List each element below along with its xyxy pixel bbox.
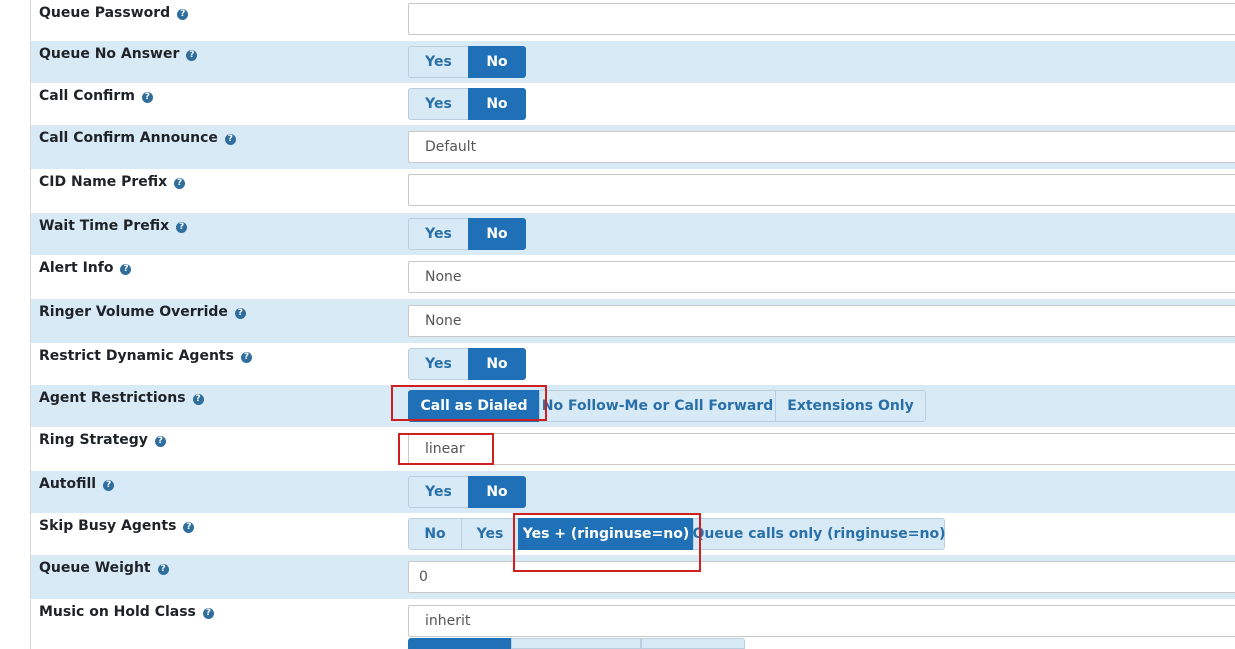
call-confirm-announce-select[interactable]: Default <box>408 131 1235 163</box>
row-queue-no-answer: Queue No Answer? Yes No <box>31 41 1235 83</box>
help-icon[interactable]: ? <box>183 522 195 533</box>
help-icon[interactable]: ? <box>240 352 252 363</box>
call-confirm-toggle: Yes No <box>408 88 526 120</box>
row-wait-time-prefix: Wait Time Prefix? Yes No <box>31 213 1235 255</box>
help-icon[interactable]: ? <box>186 50 198 61</box>
row-restrict-dynamic-agents: Restrict Dynamic Agents? Yes No <box>31 343 1235 385</box>
row-ringer-volume-override: Ringer Volume Override? None <box>31 299 1235 343</box>
no-button[interactable]: No <box>468 348 526 380</box>
field-label: Music on Hold Class? <box>39 604 214 620</box>
field-label: Alert Info? <box>39 260 132 276</box>
extensions-only-button[interactable]: Extensions Only <box>775 390 926 422</box>
help-icon[interactable]: ? <box>141 92 153 103</box>
field-label: Autofill? <box>39 476 115 492</box>
help-icon[interactable]: ? <box>103 480 115 491</box>
help-icon[interactable]: ? <box>234 308 246 319</box>
no-button[interactable]: No <box>468 476 526 508</box>
field-label: Skip Busy Agents? <box>39 518 195 534</box>
help-icon[interactable]: ? <box>174 178 186 189</box>
help-icon[interactable]: ? <box>177 9 189 20</box>
field-label: Queue Password? <box>39 5 189 21</box>
next-row-button-group <box>408 638 745 649</box>
help-icon[interactable]: ? <box>192 394 204 405</box>
help-icon[interactable]: ? <box>202 608 214 619</box>
ring-strategy-select[interactable]: linear <box>408 433 1235 465</box>
yes-button[interactable]: Yes <box>408 348 469 380</box>
highlight-box <box>513 513 701 572</box>
row-queue-password: Queue Password? <box>31 0 1235 41</box>
yes-button[interactable]: Yes <box>408 88 469 120</box>
field-label: Wait Time Prefix? <box>39 218 188 234</box>
row-call-confirm-announce: Call Confirm Announce? Default <box>31 125 1235 169</box>
no-button[interactable]: No <box>468 46 526 78</box>
queue-calls-only-button[interactable]: Queue calls only (ringinuse=no) <box>693 518 946 550</box>
row-ring-strategy: Ring Strategy? linear <box>31 427 1235 471</box>
field-label: CID Name Prefix? <box>39 174 186 190</box>
row-cid-name-prefix: CID Name Prefix? <box>31 169 1235 213</box>
field-label: Queue Weight? <box>39 560 169 576</box>
autofill-toggle: Yes No <box>408 476 526 508</box>
music-on-hold-class-select[interactable]: inherit <box>408 605 1235 637</box>
yes-button[interactable]: Yes <box>408 218 469 250</box>
no-button[interactable]: No <box>468 88 526 120</box>
yes-button[interactable]: Yes <box>461 518 519 550</box>
restrict-dynamic-agents-toggle: Yes No <box>408 348 526 380</box>
row-autofill: Autofill? Yes No <box>31 471 1235 513</box>
yes-button[interactable]: Yes <box>408 46 469 78</box>
help-icon[interactable]: ? <box>120 264 132 275</box>
cut-off-button[interactable] <box>408 638 511 649</box>
cut-off-button[interactable] <box>511 638 641 649</box>
wait-time-prefix-toggle: Yes No <box>408 218 526 250</box>
ringer-volume-override-select[interactable]: None <box>408 305 1235 337</box>
highlight-box <box>391 385 547 421</box>
queue-no-answer-toggle: Yes No <box>408 46 526 78</box>
help-icon[interactable]: ? <box>154 436 166 447</box>
row-alert-info: Alert Info? None <box>31 255 1235 299</box>
row-agent-restrictions: Agent Restrictions? Call as Dialed No Fo… <box>31 385 1235 427</box>
no-follow-me-button[interactable]: No Follow-Me or Call Forward <box>539 390 776 422</box>
no-button[interactable]: No <box>408 518 462 550</box>
alert-info-select[interactable]: None <box>408 261 1235 293</box>
field-label: Queue No Answer? <box>39 46 198 62</box>
help-icon[interactable]: ? <box>157 564 169 575</box>
field-label: Call Confirm? <box>39 88 153 104</box>
no-button[interactable]: No <box>468 218 526 250</box>
field-label: Call Confirm Announce? <box>39 130 236 146</box>
highlight-box <box>398 433 494 465</box>
field-label: Ring Strategy? <box>39 432 166 448</box>
field-label: Agent Restrictions? <box>39 390 204 406</box>
cid-name-prefix-input[interactable] <box>408 174 1235 206</box>
help-icon[interactable]: ? <box>224 134 236 145</box>
yes-button[interactable]: Yes <box>408 476 469 508</box>
field-label: Restrict Dynamic Agents? <box>39 348 252 364</box>
help-icon[interactable]: ? <box>176 222 188 233</box>
field-label: Ringer Volume Override? <box>39 304 246 320</box>
row-call-confirm: Call Confirm? Yes No <box>31 83 1235 125</box>
queue-password-input[interactable] <box>408 3 1235 35</box>
cut-off-button[interactable] <box>641 638 745 649</box>
